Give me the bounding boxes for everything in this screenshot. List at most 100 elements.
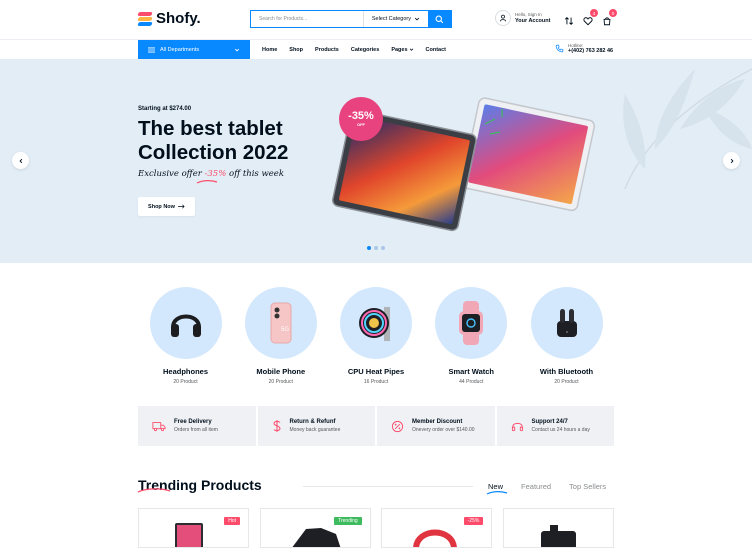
prev-slide-button[interactable] bbox=[12, 152, 29, 169]
category-smart-watch[interactable]: Smart Watch 44 Product bbox=[424, 287, 519, 385]
category-name: Mobile Phone bbox=[256, 367, 306, 376]
chevron-left-icon bbox=[18, 158, 22, 163]
chevron-down-icon bbox=[234, 48, 240, 52]
feature-item: Member Discount Onevery order over $140.0… bbox=[377, 406, 495, 446]
feature-title: Member Discount bbox=[412, 419, 463, 425]
hero-subtitle-discount: -35% bbox=[204, 169, 227, 179]
category-mobile-phone[interactable]: 5G Mobile Phone 20 Product bbox=[233, 287, 328, 385]
hero-slider: Starting at $274.00 The best tablet Coll… bbox=[0, 59, 752, 263]
all-departments-button[interactable]: All Departments bbox=[138, 40, 250, 59]
discount-badge: -35% OFF bbox=[339, 97, 383, 141]
product-card[interactable] bbox=[502, 508, 614, 548]
cart-button[interactable]: 0 bbox=[602, 9, 617, 26]
tab-featured[interactable]: Featured bbox=[521, 482, 551, 491]
product-card[interactable]: Trending bbox=[259, 508, 371, 548]
category-with-bluetooth[interactable]: With Bluetooth 20 Product bbox=[519, 287, 614, 385]
logo-mark-icon bbox=[137, 11, 153, 26]
product-card[interactable]: -25% bbox=[381, 508, 493, 548]
chevron-right-icon bbox=[730, 158, 734, 163]
headset-icon bbox=[511, 422, 523, 431]
next-slide-button[interactable] bbox=[723, 152, 740, 169]
product-badge: Hot bbox=[224, 517, 240, 525]
nav-item-products[interactable]: Products bbox=[315, 47, 339, 53]
feature-desc: Orders from all item bbox=[174, 427, 218, 433]
cart-count-badge: 0 bbox=[609, 9, 617, 17]
product-badge: Trending bbox=[334, 517, 362, 525]
feature-title: Support 24/7 bbox=[531, 419, 568, 425]
category-image bbox=[435, 287, 508, 359]
category-count: 16 Product bbox=[363, 379, 389, 385]
hero-subtitle-suffix: off this week bbox=[226, 169, 284, 179]
nav-item-pages-label: Pages bbox=[391, 46, 408, 53]
nav-item-pages[interactable]: Pages bbox=[391, 47, 413, 53]
category-select-label: Select Category bbox=[371, 16, 411, 22]
category-headphones[interactable]: Headphones 20 Product bbox=[138, 287, 233, 385]
tab-new[interactable]: New bbox=[488, 482, 503, 491]
headphones-icon bbox=[170, 314, 201, 337]
search-icon bbox=[435, 15, 444, 23]
trending-tabs: New Featured Top Sellers bbox=[488, 482, 606, 491]
arrow-right-icon bbox=[177, 204, 185, 209]
search-button[interactable] bbox=[428, 11, 451, 27]
feature-title: Return & Refunf bbox=[289, 419, 336, 425]
hero-pretitle: Starting at $274.00 bbox=[138, 106, 192, 112]
category-image bbox=[149, 287, 222, 359]
category-name: Smart Watch bbox=[448, 367, 495, 376]
title-underline-squiggle bbox=[137, 488, 171, 493]
product-card[interactable]: Hot bbox=[138, 508, 249, 548]
tab-active-underline bbox=[486, 491, 508, 495]
slider-dot[interactable] bbox=[381, 246, 385, 250]
category-count: 20 Product bbox=[173, 379, 198, 385]
category-cpu-heat-pipes[interactable]: CPU Heat Pipes 16 Product bbox=[329, 287, 424, 385]
slider-dot[interactable] bbox=[367, 246, 371, 250]
slider-pagination bbox=[367, 246, 385, 250]
underline-squiggle bbox=[196, 180, 218, 184]
category-name: Headphones bbox=[162, 367, 208, 376]
category-image bbox=[340, 287, 412, 359]
feature-desc: Onevery order over $140.00 bbox=[412, 427, 475, 433]
search-input[interactable] bbox=[251, 11, 363, 27]
mobile-phone-icon: 5G bbox=[270, 302, 292, 344]
nav-item-shop[interactable]: Shop bbox=[289, 47, 303, 53]
logo[interactable]: Shofy. bbox=[137, 10, 201, 27]
hotline[interactable]: Hotline: +(402) 763 282 46 bbox=[555, 43, 613, 54]
cpu-fan-icon bbox=[359, 307, 390, 341]
feature-title: Free Delivery bbox=[174, 419, 212, 425]
hotline-number: +(402) 763 282 46 bbox=[568, 47, 614, 54]
heart-icon bbox=[583, 17, 593, 26]
nav-menu: Home Shop Products Categories Pages Cont… bbox=[262, 40, 446, 59]
account-link[interactable]: Hello, Sign In Your Account bbox=[495, 10, 550, 26]
category-select[interactable]: Select Category bbox=[362, 11, 428, 27]
chevron-down-icon bbox=[409, 48, 413, 51]
account-label: Your Account bbox=[515, 18, 551, 24]
nav-item-categories[interactable]: Categories bbox=[351, 47, 379, 53]
discount-icon bbox=[391, 420, 404, 432]
main-nav: All Departments Home Shop Products Categ… bbox=[0, 40, 752, 59]
feature-desc: Contact us 24 hours a day bbox=[531, 427, 590, 433]
shop-now-label: Shop Now bbox=[148, 203, 175, 210]
discount-off-label: OFF bbox=[357, 122, 365, 127]
slider-dot[interactable] bbox=[374, 246, 378, 250]
wishlist-count-badge: 4 bbox=[590, 9, 598, 17]
feature-bar: Free Delivery Orders from all item Return… bbox=[138, 406, 614, 446]
earbuds-icon bbox=[556, 309, 577, 337]
discount-value: -35% bbox=[348, 110, 374, 122]
all-departments-label: All Departments bbox=[160, 46, 200, 53]
nav-item-contact[interactable]: Contact bbox=[426, 47, 446, 53]
hero-subtitle-prefix: Exclusive offer bbox=[138, 169, 205, 179]
product-badge: -25% bbox=[463, 517, 484, 525]
divider bbox=[303, 486, 473, 487]
feature-item: Support 24/7 Contact us 24 hours a day bbox=[496, 406, 614, 446]
feature-desc: Money back guarantee bbox=[289, 427, 341, 433]
cart-bag-icon bbox=[603, 17, 611, 26]
smart-watch-icon bbox=[459, 301, 484, 345]
category-list: Headphones 20 Product 5G Mobile Phone 20… bbox=[138, 287, 614, 385]
wishlist-button[interactable]: 4 bbox=[583, 9, 598, 26]
tab-top-sellers[interactable]: Top Sellers bbox=[569, 482, 606, 491]
nav-item-home[interactable]: Home bbox=[262, 47, 277, 53]
category-count: 44 Product bbox=[459, 379, 484, 385]
category-count: 20 Product bbox=[268, 379, 293, 385]
logo-text: Shofy. bbox=[156, 10, 201, 27]
compare-button[interactable] bbox=[564, 13, 574, 25]
shop-now-button[interactable]: Shop Now bbox=[138, 197, 195, 216]
